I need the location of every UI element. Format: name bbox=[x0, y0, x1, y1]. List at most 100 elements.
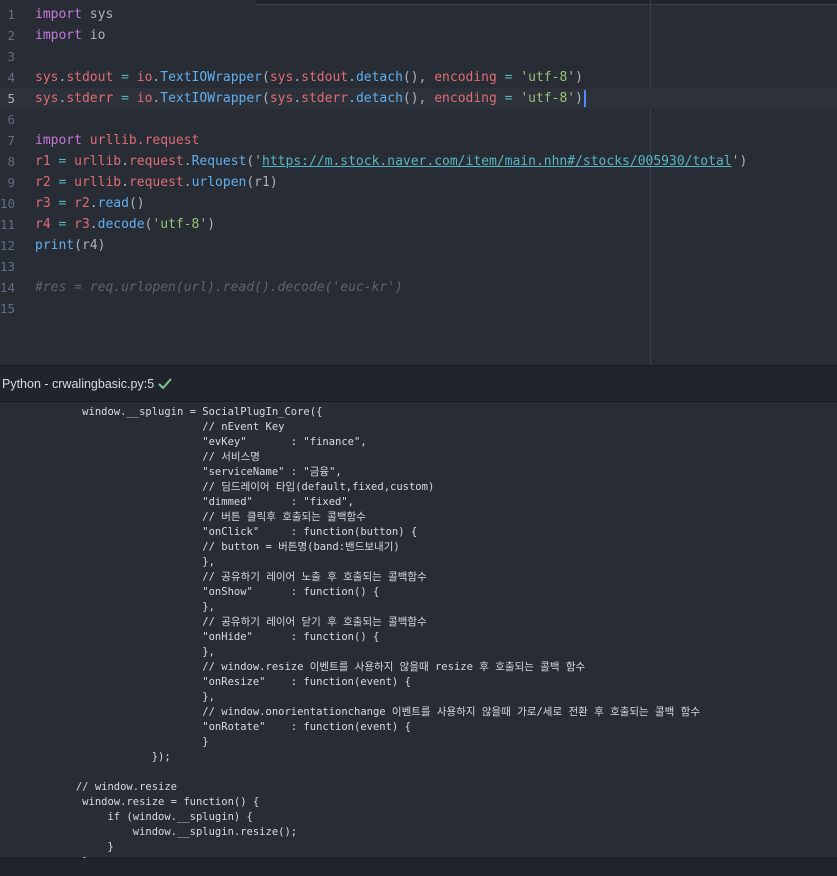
line-number: 5 bbox=[7, 91, 15, 106]
code-token: urllib bbox=[74, 154, 122, 169]
code-token: = bbox=[113, 70, 137, 85]
code-text[interactable]: r3 = r2.read() bbox=[35, 193, 145, 214]
code-token: . bbox=[183, 154, 192, 169]
code-token: encoding bbox=[434, 91, 497, 106]
code-token: stdout bbox=[66, 70, 114, 85]
code-line[interactable]: 13 bbox=[0, 256, 837, 277]
code-token: urllib.request bbox=[81, 133, 200, 148]
output-line: window.resize = function() { bbox=[0, 796, 260, 808]
output-line: // 공유하기 레이어 닫기 후 호출되는 콜백함수 bbox=[0, 616, 427, 628]
code-line[interactable]: 7 import urllib.request bbox=[0, 130, 837, 151]
code-token: urllib bbox=[74, 175, 122, 190]
output-panel[interactable]: window.__splugin = SocialPlugIn_Core({ /… bbox=[0, 402, 837, 858]
code-text[interactable]: sys.stdout = io.TextIOWrapper(sys.stdout… bbox=[35, 67, 583, 88]
code-token: read bbox=[97, 196, 129, 211]
output-line: if (window.__splugin) { bbox=[0, 811, 253, 823]
output-line: "onHide" : function() { bbox=[0, 631, 380, 643]
code-text[interactable]: import sys bbox=[35, 4, 113, 25]
code-line[interactable]: 3 bbox=[0, 46, 837, 67]
text-cursor bbox=[583, 90, 586, 107]
code-line[interactable]: 9 r2 = urllib.request.urlopen(r1) bbox=[0, 172, 837, 193]
code-token: . bbox=[89, 196, 98, 211]
code-token: io bbox=[136, 91, 153, 106]
code-line[interactable]: 5 sys.stderr = io.TextIOWrapper(sys.stder… bbox=[0, 88, 837, 109]
line-number: 7 bbox=[7, 133, 15, 148]
code-line[interactable]: 6 bbox=[0, 109, 837, 130]
code-text[interactable]: import urllib.request bbox=[35, 130, 199, 151]
output-line: }, bbox=[0, 556, 215, 568]
code-token: r1 bbox=[35, 154, 51, 169]
code-token: = bbox=[50, 196, 75, 211]
code-token: = bbox=[50, 175, 75, 190]
code-token: . bbox=[293, 70, 302, 85]
line-number: 4 bbox=[7, 70, 15, 85]
code-token[interactable]: https://m.stock.naver.com/item/main.nhn#… bbox=[262, 154, 732, 169]
code-token: TextIOWrapper bbox=[160, 70, 262, 85]
code-token: decode bbox=[97, 217, 145, 232]
code-token: sys bbox=[269, 70, 294, 85]
output-line: }); bbox=[0, 751, 171, 763]
code-line[interactable]: 2 import io bbox=[0, 25, 837, 46]
code-line[interactable]: 11 r4 = r3.decode('utf-8') bbox=[0, 214, 837, 235]
code-token: ) bbox=[207, 217, 216, 232]
code-token: print bbox=[35, 238, 75, 253]
line-number: 13 bbox=[0, 259, 16, 274]
line-number: 1 bbox=[7, 7, 15, 22]
code-text[interactable]: r4 = r3.decode('utf-8') bbox=[35, 214, 215, 235]
code-line[interactable]: 1 import sys bbox=[0, 4, 837, 25]
code-token: request bbox=[128, 175, 184, 190]
code-token: . bbox=[89, 217, 98, 232]
code-token: sys bbox=[81, 7, 114, 22]
output-line: // 버튼 클릭후 호출되는 콜백함수 bbox=[0, 511, 366, 523]
code-line[interactable]: 4 sys.stdout = io.TextIOWrapper(sys.stdou… bbox=[0, 67, 837, 88]
code-text[interactable]: r2 = urllib.request.urlopen(r1) bbox=[35, 172, 278, 193]
status-bar bbox=[0, 858, 837, 876]
code-line[interactable]: 8 r1 = urllib.request.Request('https://m.… bbox=[0, 151, 837, 172]
output-line: // 서비스명 bbox=[0, 451, 260, 463]
code-token: ' bbox=[254, 154, 263, 169]
code-token: = bbox=[50, 154, 75, 169]
code-text[interactable]: #res = req.urlopen(url).read().decode('e… bbox=[35, 277, 403, 298]
code-token: io bbox=[81, 28, 106, 43]
code-line[interactable]: 15 bbox=[0, 298, 837, 319]
code-editor[interactable]: 1 import sys 2 import io 3 4 sys.stdout = io.T… bbox=[0, 0, 837, 365]
line-number: 15 bbox=[0, 301, 16, 316]
code-token: r4 bbox=[35, 217, 51, 232]
code-line[interactable]: 10 r3 = r2.read() bbox=[0, 193, 837, 214]
line-number: 11 bbox=[0, 217, 16, 232]
code-text[interactable]: print(r4) bbox=[35, 235, 105, 256]
line-number: 9 bbox=[7, 175, 15, 190]
code-token: detach bbox=[355, 70, 403, 85]
line-number: 6 bbox=[7, 112, 15, 127]
code-text[interactable]: sys.stderr = io.TextIOWrapper(sys.stderr… bbox=[35, 88, 586, 109]
code-token: . bbox=[121, 175, 129, 190]
code-token: r2 bbox=[35, 175, 51, 190]
code-text[interactable]: import io bbox=[35, 25, 105, 46]
line-number: 3 bbox=[7, 49, 15, 64]
output-panel-header[interactable]: Python - crwalingbasic.py:5 bbox=[0, 365, 837, 402]
code-token: . bbox=[183, 175, 192, 190]
code-token: 'utf-8' bbox=[520, 91, 576, 106]
code-line[interactable]: 14 #res = req.urlopen(url).read().decode(… bbox=[0, 277, 837, 298]
code-token: #res = req.urlopen(url).read().decode('e… bbox=[35, 280, 403, 295]
output-line: }, bbox=[0, 601, 215, 613]
code-token: (r4) bbox=[74, 238, 106, 253]
code-token: sys bbox=[35, 70, 59, 85]
output-line: "onClick" : function(button) { bbox=[0, 526, 418, 538]
code-text[interactable]: r1 = urllib.request.Request('https://m.s… bbox=[35, 151, 747, 172]
line-number: 12 bbox=[0, 238, 16, 253]
code-token: . bbox=[293, 91, 302, 106]
code-token: TextIOWrapper bbox=[160, 91, 262, 106]
code-token: r3 bbox=[35, 196, 51, 211]
output-line: // window.onorientationchange 이벤트를 사용하지 … bbox=[0, 706, 700, 718]
code-token: stderr bbox=[301, 91, 349, 106]
line-number: 10 bbox=[0, 196, 16, 211]
code-token: encoding bbox=[434, 70, 497, 85]
code-line[interactable]: 12 print(r4) bbox=[0, 235, 837, 256]
code-token: = bbox=[50, 217, 75, 232]
code-token: import bbox=[35, 7, 82, 22]
code-token: request bbox=[128, 154, 184, 169]
code-token: ( bbox=[262, 91, 270, 106]
code-token: . bbox=[121, 154, 129, 169]
